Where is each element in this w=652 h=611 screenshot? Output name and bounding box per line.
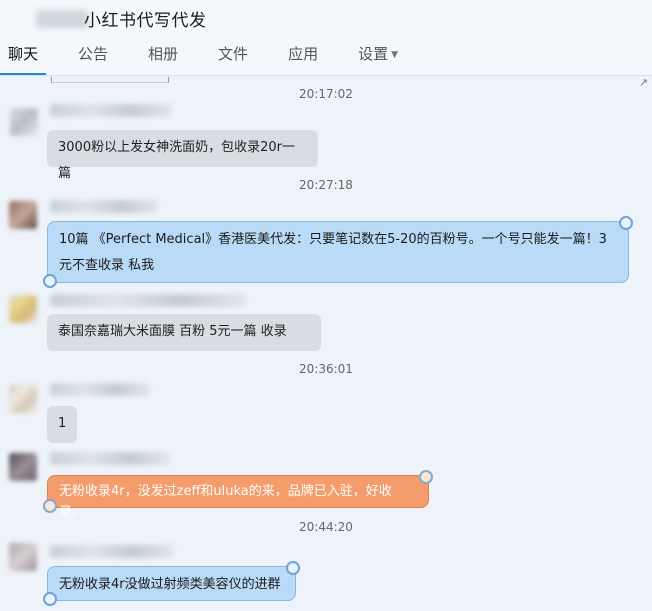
- tab-announcements-label: 公告: [78, 45, 109, 63]
- tab-album[interactable]: 相册: [140, 43, 186, 73]
- bubble-corner-decoration-icon: [286, 561, 300, 575]
- timestamp: 20:27:18: [299, 178, 353, 192]
- bubble-corner-decoration-icon: [43, 274, 57, 288]
- tab-announcements[interactable]: 公告: [70, 43, 116, 73]
- sender-avatar[interactable]: [9, 385, 37, 413]
- chevron-down-icon: ▼: [391, 50, 399, 60]
- sender-nickname-blurred: [50, 545, 174, 558]
- sender-avatar[interactable]: [9, 201, 37, 229]
- message-bubble-highlighted[interactable]: 10篇 《Perfect Medical》香港医美代发：只要笔记数在5-20的百…: [43, 216, 633, 288]
- tab-files-label: 文件: [218, 45, 249, 63]
- timestamp: 20:44:20: [299, 520, 353, 534]
- sender-avatar[interactable]: [9, 543, 37, 571]
- message-text: 1: [58, 416, 67, 431]
- message-bubble-highlighted[interactable]: 无粉收录4r，没发过zeff和uluka的来，品牌已入驻，好收录。: [43, 470, 433, 520]
- sender-nickname-blurred: [50, 383, 150, 396]
- message-bubble[interactable]: 3000粉以上发女神洗面奶，包收录20r一篇: [47, 130, 318, 181]
- message-text: 泰国奈嘉瑞大米面膜 百粉 5元一篇 收录: [58, 324, 287, 339]
- tab-settings[interactable]: 设置 ▼: [350, 43, 406, 73]
- tab-chat[interactable]: 聊天: [0, 43, 47, 75]
- message-text: 无粉收录4r没做过射频类美容仪的进群: [59, 577, 281, 592]
- tab-chat-label: 聊天: [8, 45, 39, 63]
- message-bubble[interactable]: 泰国奈嘉瑞大米面膜 百粉 5元一篇 收录: [47, 314, 321, 351]
- bubble-corner-decoration-icon: [419, 470, 433, 484]
- tab-files[interactable]: 文件: [210, 43, 256, 73]
- message-bubble-highlighted[interactable]: 无粉收录4r没做过射频类美容仪的进群: [43, 561, 300, 606]
- tab-apps[interactable]: 应用: [280, 43, 326, 73]
- previous-message-edge: [51, 77, 169, 83]
- sender-avatar[interactable]: [9, 453, 37, 481]
- bubble-corner-decoration-icon: [619, 216, 633, 230]
- message-text: 无粉收录4r，没发过zeff和uluka的来，品牌已入驻，好收录。: [59, 484, 392, 520]
- tab-bar: 聊天 公告 相册 文件 应用 设置 ▼: [0, 43, 430, 75]
- sender-avatar[interactable]: [9, 295, 37, 323]
- group-title: 小红书代写代发: [84, 11, 207, 31]
- message-text: 3000粉以上发女神洗面奶，包收录20r一篇: [58, 140, 295, 181]
- sender-nickname-blurred: [50, 200, 158, 213]
- timestamp: 20:17:02: [299, 87, 353, 101]
- tab-album-label: 相册: [148, 45, 179, 63]
- sender-nickname-blurred: [50, 104, 172, 117]
- message-bubble[interactable]: 1: [47, 406, 77, 443]
- tab-settings-label: 设置: [358, 45, 389, 63]
- message-text: 10篇 《Perfect Medical》香港医美代发：只要笔记数在5-20的百…: [59, 232, 607, 273]
- bubble-corner-decoration-icon: [43, 499, 57, 513]
- group-avatar-blurred: [36, 10, 88, 28]
- sender-avatar[interactable]: [10, 108, 38, 136]
- group-header: 小红书代写代发 聊天 公告 相册 文件 应用 设置 ▼: [0, 0, 652, 76]
- bubble-corner-decoration-icon: [43, 592, 57, 606]
- sender-nickname-blurred: [50, 294, 246, 307]
- tab-apps-label: 应用: [288, 45, 319, 63]
- timestamp: 20:36:01: [299, 362, 353, 376]
- sender-nickname-blurred: [50, 452, 170, 465]
